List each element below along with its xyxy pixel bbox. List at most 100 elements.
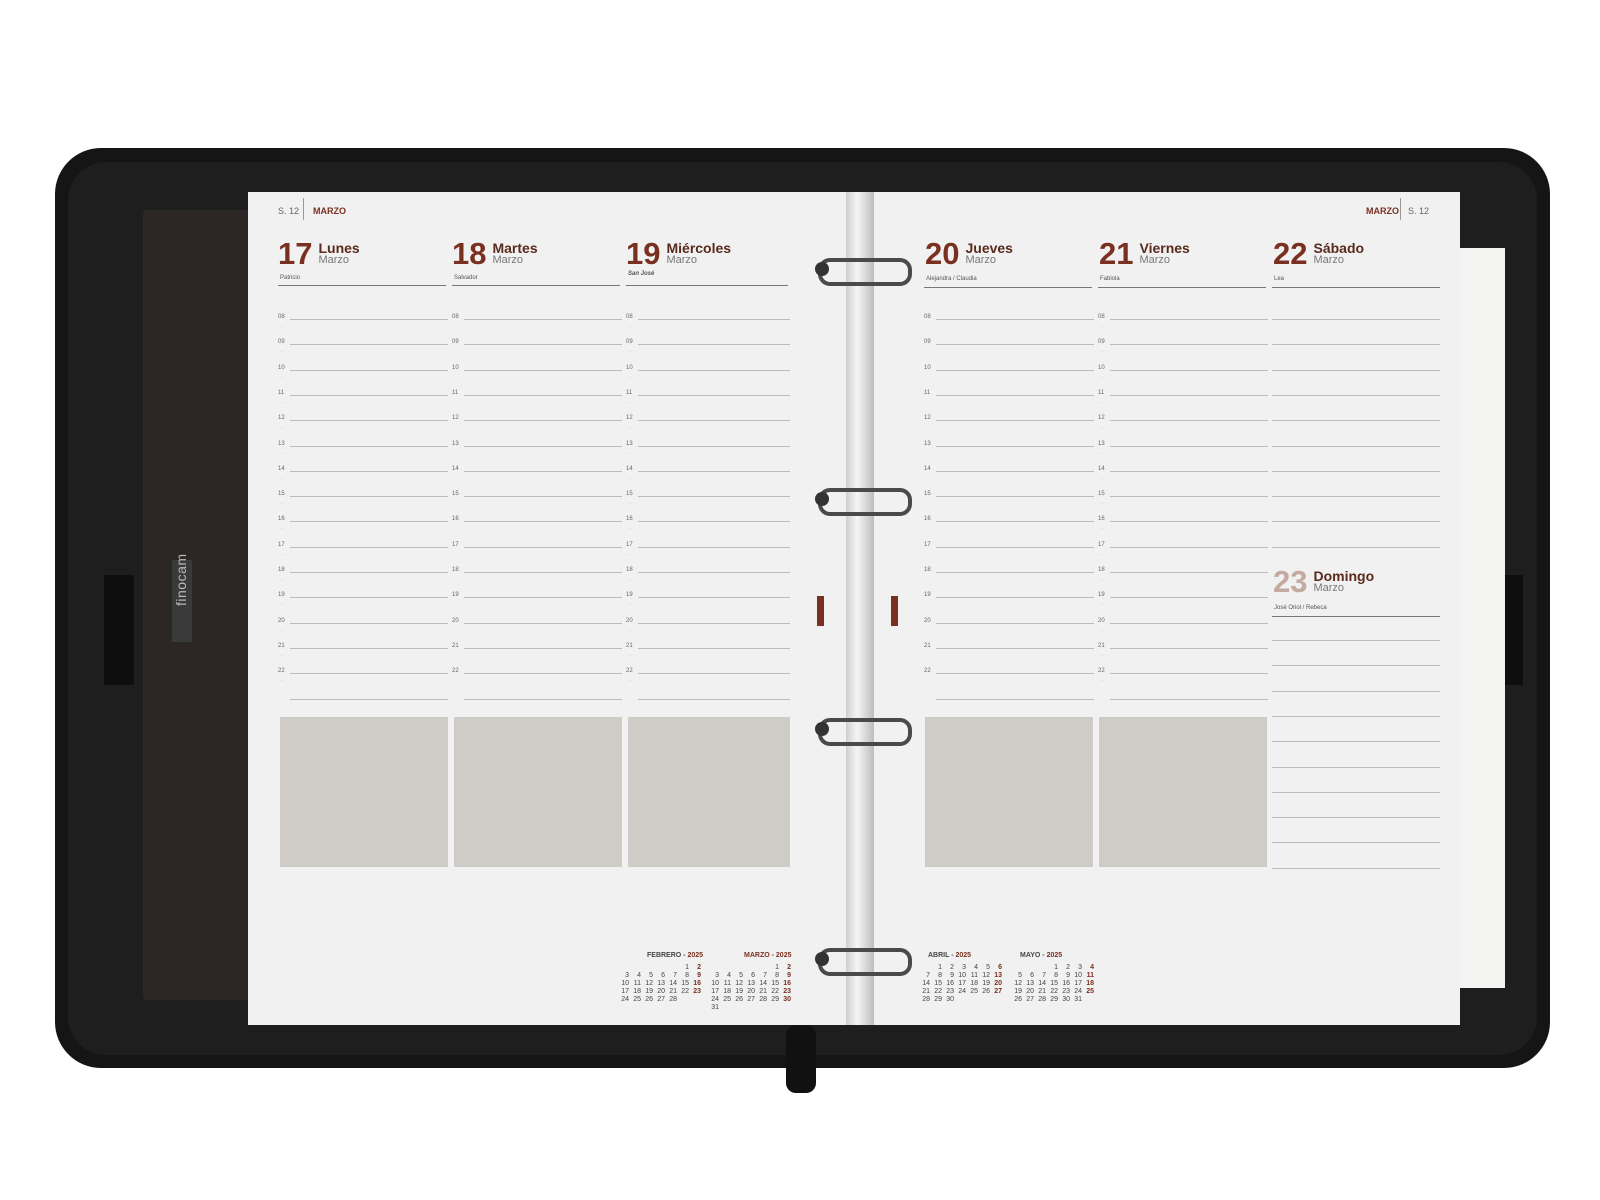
hour-line[interactable]	[464, 698, 622, 700]
hour-line[interactable]	[1110, 597, 1268, 599]
note-line[interactable]	[1272, 817, 1440, 819]
hour-line[interactable]	[1272, 496, 1440, 498]
hour-line[interactable]	[638, 319, 790, 320]
hour-line[interactable]	[936, 394, 1094, 396]
hour-line[interactable]	[638, 470, 790, 472]
hour-line[interactable]	[1110, 496, 1268, 498]
hour-line[interactable]	[638, 344, 790, 346]
hour-line[interactable]	[464, 394, 622, 396]
hour-line[interactable]	[1110, 470, 1268, 472]
hour-line[interactable]	[1110, 572, 1268, 573]
hour-line[interactable]	[638, 622, 790, 624]
hour-line[interactable]	[1110, 647, 1268, 649]
hour-line[interactable]	[464, 470, 622, 472]
note-line[interactable]	[1272, 665, 1440, 667]
hour-line[interactable]	[290, 622, 448, 624]
hour-line[interactable]	[464, 445, 622, 447]
hour-line[interactable]	[936, 344, 1094, 346]
hour-line[interactable]	[1110, 698, 1268, 700]
hour-line[interactable]	[290, 420, 448, 422]
hour-line[interactable]	[936, 622, 1094, 624]
hour-line[interactable]	[1272, 420, 1440, 422]
hour-line[interactable]	[290, 597, 448, 599]
note-line[interactable]	[1272, 640, 1440, 641]
hour-line[interactable]	[1110, 369, 1268, 371]
hour-line[interactable]	[290, 572, 448, 573]
hour-line[interactable]	[936, 597, 1094, 599]
note-line[interactable]	[1272, 791, 1440, 793]
hour-line[interactable]	[464, 546, 622, 548]
hour-line[interactable]	[290, 470, 448, 472]
hour-line[interactable]	[464, 673, 622, 675]
hour-line[interactable]	[638, 445, 790, 447]
hour-line[interactable]	[638, 597, 790, 599]
hour-line[interactable]	[936, 369, 1094, 371]
hour-line[interactable]	[936, 420, 1094, 422]
hour-line[interactable]	[936, 445, 1094, 447]
hour-line[interactable]	[638, 394, 790, 396]
hour-line[interactable]	[1110, 622, 1268, 624]
hour-line[interactable]	[464, 496, 622, 498]
hour-line[interactable]	[290, 394, 448, 396]
hour-line[interactable]	[1272, 319, 1440, 320]
hour-line[interactable]	[1110, 344, 1268, 346]
hour-line[interactable]	[638, 420, 790, 422]
hour-line[interactable]	[464, 420, 622, 422]
hour-line[interactable]	[290, 344, 448, 346]
hour-line[interactable]	[464, 622, 622, 624]
hour-line[interactable]	[1272, 470, 1440, 472]
hour-line[interactable]	[638, 572, 790, 573]
hour-line[interactable]	[638, 673, 790, 675]
hour-line[interactable]	[1272, 369, 1440, 371]
hour-line[interactable]	[936, 319, 1094, 320]
hour-line[interactable]	[936, 572, 1094, 573]
hour-line[interactable]	[1110, 546, 1268, 548]
hour-line[interactable]	[464, 369, 622, 371]
hour-line[interactable]	[464, 597, 622, 599]
note-line[interactable]	[1272, 867, 1440, 869]
hour-line[interactable]	[638, 496, 790, 498]
note-line[interactable]	[1272, 715, 1440, 717]
note-line[interactable]	[1272, 741, 1440, 743]
hour-line[interactable]	[1110, 319, 1268, 320]
note-line[interactable]	[1272, 690, 1440, 692]
hour-line[interactable]	[1272, 546, 1440, 548]
hour-line[interactable]	[290, 673, 448, 675]
hour-line[interactable]	[1272, 445, 1440, 447]
hour-line[interactable]	[290, 369, 448, 371]
hour-line[interactable]	[290, 521, 448, 523]
hour-line[interactable]	[638, 546, 790, 548]
zipper-puller[interactable]	[786, 1025, 816, 1093]
hour-line[interactable]	[936, 496, 1094, 498]
hour-line[interactable]	[464, 344, 622, 346]
hour-line[interactable]	[1110, 673, 1268, 675]
hour-line[interactable]	[936, 470, 1094, 472]
hour-line[interactable]	[936, 521, 1094, 523]
hour-line[interactable]	[1110, 521, 1268, 523]
hour-line[interactable]	[1110, 445, 1268, 447]
hour-line[interactable]	[290, 698, 448, 700]
note-line[interactable]	[1272, 842, 1440, 844]
hour-line[interactable]	[936, 673, 1094, 675]
hour-line[interactable]	[464, 521, 622, 523]
hour-line[interactable]	[290, 647, 448, 649]
hour-line[interactable]	[638, 647, 790, 649]
hour-line[interactable]	[638, 521, 790, 523]
hour-line[interactable]	[1272, 521, 1440, 523]
hour-line[interactable]	[1272, 344, 1440, 346]
hour-line[interactable]	[464, 647, 622, 649]
hour-line[interactable]	[1272, 394, 1440, 396]
hour-line[interactable]	[464, 319, 622, 320]
hour-line[interactable]	[290, 496, 448, 498]
hour-line[interactable]	[638, 698, 790, 700]
hour-line[interactable]	[464, 572, 622, 573]
hour-line[interactable]	[290, 546, 448, 548]
hour-line[interactable]	[936, 698, 1094, 700]
hour-line[interactable]	[290, 319, 448, 320]
hour-line[interactable]	[936, 647, 1094, 649]
hour-line[interactable]	[638, 369, 790, 371]
hour-line[interactable]	[936, 546, 1094, 548]
hour-line[interactable]	[1110, 394, 1268, 396]
note-line[interactable]	[1272, 766, 1440, 768]
hour-line[interactable]	[290, 445, 448, 447]
